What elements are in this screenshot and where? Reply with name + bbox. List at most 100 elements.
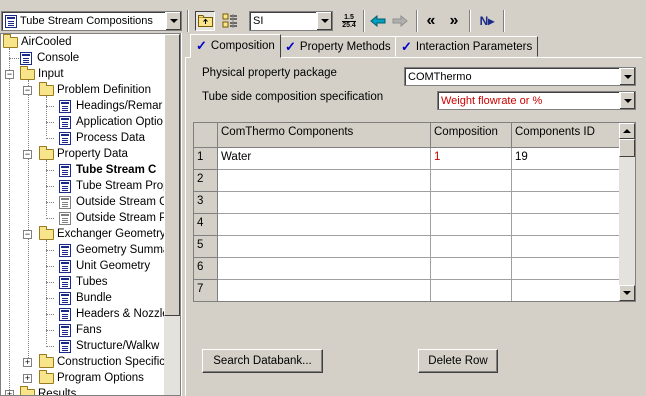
- search-databank-button[interactable]: Search Databank...: [202, 349, 323, 373]
- tree-item-bundle[interactable]: Bundle: [59, 290, 112, 306]
- expand-icon[interactable]: +: [23, 374, 32, 383]
- row-header[interactable]: 2: [194, 170, 218, 192]
- tree-scrollbar-thumb[interactable]: [164, 34, 180, 316]
- tree-item-program-options[interactable]: Program Options: [39, 369, 144, 386]
- cell-component[interactable]: [218, 192, 431, 214]
- cell-composition[interactable]: [431, 170, 512, 192]
- tree-item-headings[interactable]: Headings/Remar: [59, 98, 162, 114]
- units-conversion-icon[interactable]: 1.5 25.4: [339, 11, 359, 31]
- cell-components-id[interactable]: [512, 214, 620, 236]
- tree-item-application-options[interactable]: Application Optio: [59, 114, 163, 130]
- cell-component[interactable]: [218, 236, 431, 258]
- chevron-down-icon[interactable]: [619, 92, 635, 109]
- tree-item-geometry-summary[interactable]: Geometry Summa: [59, 242, 169, 258]
- folder-icon: [20, 385, 35, 395]
- column-header-components[interactable]: ComThermo Components: [218, 123, 431, 148]
- tree-scrollbar[interactable]: [164, 34, 180, 395]
- collapse-icon[interactable]: −: [23, 150, 32, 159]
- cell-composition[interactable]: 1: [431, 148, 512, 170]
- tree-item-aircooled[interactable]: AirCooled: [3, 34, 72, 50]
- tab-interaction-parameters[interactable]: ✓ Interaction Parameters: [395, 36, 539, 57]
- list-icon[interactable]: [220, 11, 240, 31]
- cell-composition[interactable]: [431, 258, 512, 280]
- cell-components-id[interactable]: [512, 170, 620, 192]
- cell-component[interactable]: [218, 170, 431, 192]
- cell-composition[interactable]: [431, 192, 512, 214]
- scroll-down-icon[interactable]: [619, 285, 635, 301]
- next-input-icon[interactable]: N▸: [475, 11, 499, 31]
- tree-item-headers-nozzles[interactable]: Headers & Nozzle: [59, 306, 169, 322]
- tree-item-label: Bundle: [76, 292, 112, 304]
- back-arrow-icon[interactable]: [368, 11, 388, 31]
- previous-icon[interactable]: «: [421, 11, 441, 31]
- cell-composition[interactable]: [431, 280, 512, 301]
- row-header[interactable]: 5: [194, 236, 218, 258]
- cell-component[interactable]: [218, 214, 431, 236]
- cell-composition[interactable]: [431, 214, 512, 236]
- tree-item-label: Outside Stream C: [76, 196, 168, 208]
- tree-item-input[interactable]: Input: [20, 65, 64, 82]
- tree-item-outside-stream-properties[interactable]: Outside Stream P: [59, 210, 167, 226]
- delete-row-button[interactable]: Delete Row: [418, 349, 498, 373]
- row-header[interactable]: 6: [194, 258, 218, 280]
- chevron-down-icon[interactable]: [165, 12, 181, 30]
- cell-component[interactable]: [218, 280, 431, 301]
- collapse-icon[interactable]: −: [23, 86, 32, 95]
- tree-item-console[interactable]: Console: [20, 50, 79, 66]
- row-header[interactable]: 3: [194, 192, 218, 214]
- cell-components-id[interactable]: [512, 258, 620, 280]
- tree-item-process-data[interactable]: Process Data: [59, 130, 145, 146]
- row-header[interactable]: 1: [194, 148, 218, 170]
- tree-item-outside-stream-compositions[interactable]: Outside Stream C: [59, 194, 167, 210]
- tab-composition[interactable]: ✓ Composition: [190, 34, 281, 58]
- column-header-composition[interactable]: Composition: [431, 123, 512, 148]
- document-icon: [59, 275, 71, 289]
- collapse-icon[interactable]: −: [23, 230, 32, 239]
- units-combo[interactable]: SI: [249, 11, 333, 31]
- tree-item-structure[interactable]: Structure/Walkw: [59, 338, 159, 354]
- scroll-up-icon[interactable]: [619, 123, 635, 139]
- navigation-combo[interactable]: Tube Stream Compositions: [1, 11, 182, 31]
- tree-item-fans[interactable]: Fans: [59, 322, 102, 338]
- tab-property-methods[interactable]: ✓ Property Methods: [279, 36, 397, 57]
- expand-icon[interactable]: +: [23, 358, 32, 367]
- composition-spec-select[interactable]: Weight flowrate or %: [437, 91, 636, 110]
- tree-item-results[interactable]: Results: [20, 385, 76, 395]
- navigation-tree[interactable]: AirCooled Console − Input − Problem Defi…: [0, 33, 181, 396]
- tree-item-label: Process Data: [76, 132, 146, 144]
- tree-item-problem-definition[interactable]: Problem Definition: [39, 81, 151, 98]
- folder-open-icon: [39, 225, 54, 240]
- cell-component[interactable]: [218, 258, 431, 280]
- next-icon[interactable]: »: [444, 11, 464, 31]
- row-header[interactable]: 4: [194, 214, 218, 236]
- tree-item-exchanger-geometry[interactable]: Exchanger Geometry: [39, 225, 166, 242]
- cell-components-id[interactable]: [512, 280, 620, 301]
- cell-components-id[interactable]: 19: [512, 148, 620, 170]
- chevron-down-icon[interactable]: [619, 68, 635, 85]
- tree-item-property-data[interactable]: Property Data: [39, 145, 128, 162]
- document-icon: [59, 339, 71, 353]
- grid-scrollbar-thumb[interactable]: [619, 139, 635, 157]
- cell-components-id[interactable]: [512, 192, 620, 214]
- tree-item-construction-specifications[interactable]: Construction Specific: [39, 353, 165, 370]
- chevron-down-icon[interactable]: [316, 12, 332, 30]
- collapse-icon[interactable]: −: [5, 70, 14, 79]
- components-grid[interactable]: ComThermo Components Composition Compone…: [193, 122, 636, 302]
- expand-icon[interactable]: +: [5, 390, 14, 395]
- forward-arrow-icon[interactable]: [390, 11, 410, 31]
- cell-components-id[interactable]: [512, 236, 620, 258]
- grid-scrollbar[interactable]: [619, 123, 635, 301]
- tree-item-label: Program Options: [57, 372, 144, 384]
- tree-item-tube-stream-compositions[interactable]: Tube Stream C: [59, 162, 156, 178]
- physical-property-package-select[interactable]: COMThermo: [404, 67, 636, 86]
- tree-item-tube-stream-properties[interactable]: Tube Stream Prop: [59, 178, 170, 194]
- tree-item-unit-geometry[interactable]: Unit Geometry: [59, 258, 150, 274]
- cell-composition[interactable]: [431, 236, 512, 258]
- tab-label: Property Methods: [299, 40, 391, 53]
- tree-view-icon[interactable]: [195, 11, 215, 31]
- row-header[interactable]: 7: [194, 280, 218, 301]
- tree-item-tubes[interactable]: Tubes: [59, 274, 108, 290]
- tree-item-label: Tube Stream C: [76, 164, 157, 176]
- cell-component[interactable]: Water: [218, 148, 431, 170]
- column-header-components-id[interactable]: Components ID: [512, 123, 620, 148]
